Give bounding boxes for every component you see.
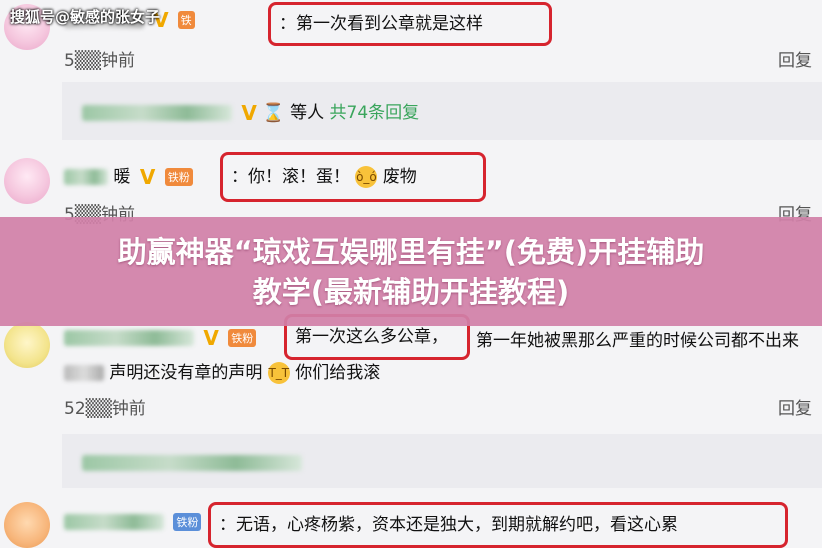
username[interactable]: 铁粉 (64, 512, 202, 532)
reply-button[interactable]: 回复 (778, 46, 812, 71)
avatar[interactable] (4, 158, 50, 204)
banner-title-line2: 教学(最新辅助开挂教程) (252, 274, 570, 309)
avatar[interactable] (4, 502, 50, 548)
comment-text-highlighted: ：第一次看到公章就是这样 (268, 2, 552, 46)
reply-count-link[interactable]: 共74条回复 (330, 103, 420, 123)
username[interactable]: V 铁粉 (64, 326, 257, 350)
username[interactable]: 暖 V 铁粉 (64, 162, 193, 189)
comment-time: 52▒▒钟前 (64, 399, 146, 419)
comment-text: 第一年她被黑那么严重的时候公司都不出来 (476, 331, 799, 351)
sub-reply-username[interactable] (82, 105, 232, 121)
avatar[interactable] (4, 322, 50, 368)
comment-text-highlighted: ：无语，心疼杨紫，资本还是独大，到期就解约吧，看这心累 (208, 502, 788, 548)
sub-reply-users: 等人 (290, 103, 325, 123)
sub-reply-username[interactable] (82, 454, 302, 471)
comment-item: 铁粉 ：无语，心疼杨紫，资本还是独大，到期就解约吧，看这心累 (0, 496, 822, 548)
reply-button[interactable]: 回复 (778, 394, 812, 419)
angry-face-icon: ò_ó (355, 166, 378, 188)
comment-time: 5▒▒钟前 (64, 51, 135, 71)
comment-item: 暖 V 铁粉 ：你！滚！蛋！ ò_ó 废物 5▒▒钟前 回复 (0, 148, 822, 225)
promo-banner: 助赢神器“琼戏互娱哪里有挂”(免费)开挂辅助 教学(最新辅助开挂教程) (0, 217, 822, 326)
comment-text-line2: 声明还没有章的声明 T_T 你们给我滚 (64, 358, 380, 384)
sub-reply-panel[interactable]: V ⌛ 等人 共74条回复 (62, 82, 822, 140)
crying-face-icon: T_T (267, 362, 290, 384)
comment-text-highlighted: ：你！滚！蛋！ ò_ó 废物 (220, 152, 486, 202)
banner-title-line1: 助赢神器“琼戏互娱哪里有挂”(免费)开挂辅助 (117, 234, 705, 269)
watermark: 搜狐号@敏感的张女子 (10, 8, 161, 26)
hourglass-icon: ⌛ (262, 102, 285, 124)
sub-reply-panel[interactable] (62, 434, 822, 488)
